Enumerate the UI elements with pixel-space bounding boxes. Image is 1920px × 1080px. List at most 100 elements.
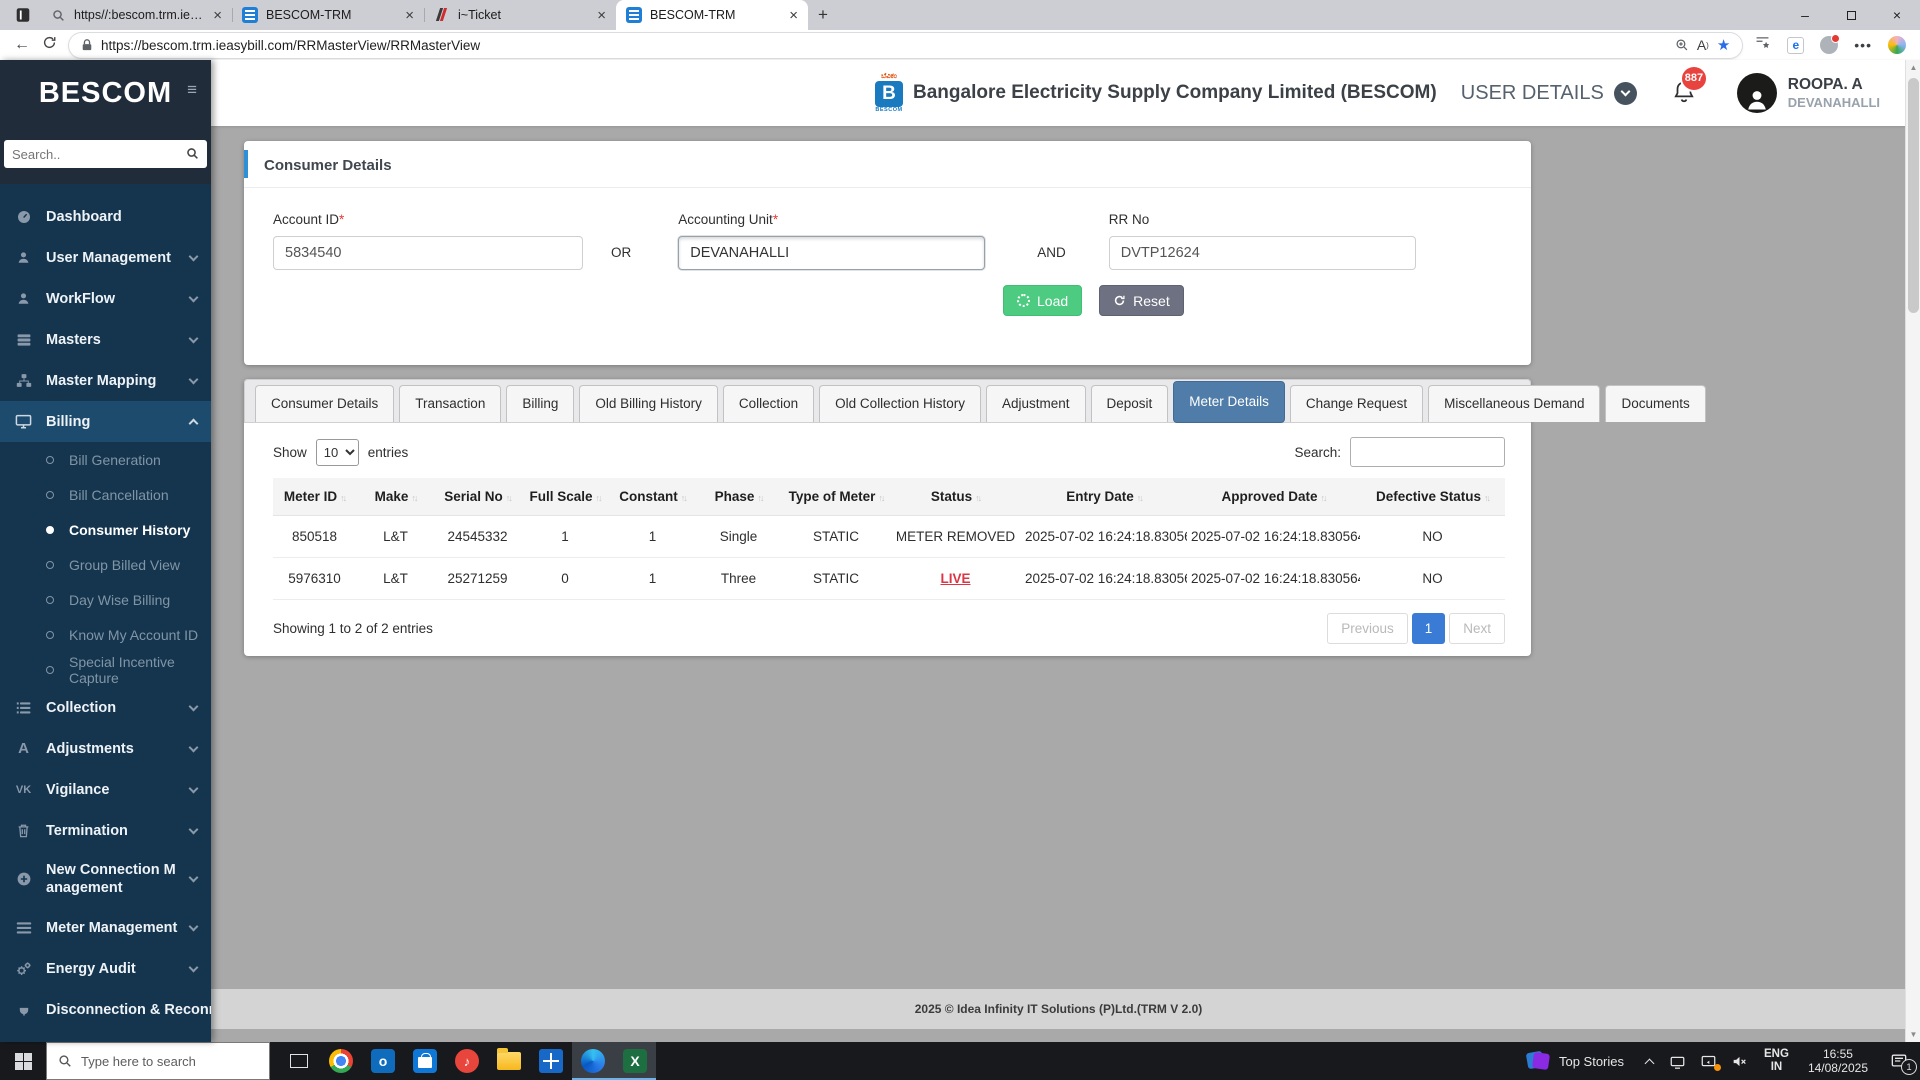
close-icon[interactable]: × xyxy=(405,8,414,23)
tab-meter-details[interactable]: Meter Details xyxy=(1173,381,1285,423)
taskbar-app-edge-active[interactable] xyxy=(572,1042,614,1080)
sidebar-subitem-day-wise-billing[interactable]: Day Wise Billing xyxy=(0,582,211,617)
taskbar-app-chrome[interactable] xyxy=(320,1042,362,1080)
language-indicator[interactable]: ENG IN xyxy=(1755,1042,1798,1080)
col-defective-status[interactable]: Defective Status ↑↓ xyxy=(1360,478,1505,516)
col-serial-no[interactable]: Serial No ↑↓ xyxy=(435,478,520,516)
profile-icon[interactable] xyxy=(1820,34,1841,54)
close-icon[interactable]: × xyxy=(597,8,606,23)
taskbar-app-media[interactable]: ♪ xyxy=(446,1042,488,1080)
minimize-button[interactable]: – xyxy=(1782,0,1828,30)
refresh-icon[interactable] xyxy=(42,35,57,55)
sidebar-toggle-icon[interactable]: ≡ xyxy=(187,80,198,100)
accounting-unit-input[interactable] xyxy=(678,236,986,270)
back-icon[interactable]: ← xyxy=(14,36,30,54)
col-make[interactable]: Make ↑↓ xyxy=(356,478,435,516)
account-id-input[interactable] xyxy=(273,236,583,270)
sidebar-item-adjustments[interactable]: A Adjustments xyxy=(0,728,211,769)
sidebar-subitem-know-my-account-id[interactable]: Know My Account ID xyxy=(0,617,211,652)
reset-button[interactable]: Reset xyxy=(1099,285,1184,316)
copilot-icon[interactable] xyxy=(1888,36,1906,54)
hidden-icons-button[interactable] xyxy=(1637,1042,1662,1080)
browser-tab-3[interactable]: i~Ticket × xyxy=(424,0,616,30)
tab-adjustment[interactable]: Adjustment xyxy=(985,385,1086,422)
browser-tab-4-active[interactable]: BESCOM-TRM × xyxy=(616,0,808,30)
task-view-button[interactable] xyxy=(278,1042,320,1080)
sidebar-item-masters[interactable]: Masters xyxy=(0,319,211,360)
sidebar-item-vigilance[interactable]: VK Vigilance xyxy=(0,769,211,810)
col-entry-date[interactable]: Entry Date ↑↓ xyxy=(1021,478,1187,516)
collections-icon[interactable] xyxy=(1754,34,1771,56)
previous-page-button[interactable]: Previous xyxy=(1327,613,1408,644)
sidebar-item-user-management[interactable]: User Management xyxy=(0,237,211,278)
col-status[interactable]: Status ↑↓ xyxy=(890,478,1021,516)
col-approved-date[interactable]: Approved Date ↑↓ xyxy=(1187,478,1360,516)
taskbar-search[interactable]: Type here to search xyxy=(46,1042,270,1080)
col-type-of-meter[interactable]: Type of Meter ↑↓ xyxy=(782,478,890,516)
tray-device-icon[interactable] xyxy=(1662,1042,1693,1080)
settings-menu-icon[interactable]: ••• xyxy=(1854,37,1872,53)
table-search-input[interactable] xyxy=(1350,437,1505,467)
vertical-scrollbar[interactable]: ▲ ▼ xyxy=(1905,60,1920,1042)
workspace-icon[interactable] xyxy=(6,0,40,30)
zoom-icon[interactable] xyxy=(1675,38,1689,52)
tray-mute-icon[interactable] xyxy=(1724,1042,1755,1080)
sidebar-item-billing[interactable]: Billing xyxy=(0,401,211,442)
sidebar-item-termination[interactable]: Termination xyxy=(0,810,211,851)
restore-button[interactable] xyxy=(1828,0,1874,30)
start-button[interactable] xyxy=(0,1042,46,1080)
taskbar-app-outlook[interactable]: o xyxy=(362,1042,404,1080)
sidebar-item-energy-audit[interactable]: Energy Audit xyxy=(0,948,211,989)
user-details-dropdown[interactable]: USER DETAILS xyxy=(1461,81,1637,105)
sidebar-item-master-mapping[interactable]: Master Mapping xyxy=(0,360,211,401)
browser-tab-2[interactable]: BESCOM-TRM × xyxy=(232,0,424,30)
url-field[interactable]: https://bescom.trm.ieasybill.com/RRMaste… xyxy=(69,32,1743,58)
sidebar-item-disconnection-reconnection[interactable]: Disconnection & Reconne xyxy=(0,989,211,1030)
tab-transaction[interactable]: Transaction xyxy=(399,385,502,422)
taskbar-app-explorer[interactable] xyxy=(488,1042,530,1080)
load-button[interactable]: Load xyxy=(1003,285,1083,316)
taskbar-app-store[interactable] xyxy=(404,1042,446,1080)
col-phase[interactable]: Phase ↑↓ xyxy=(695,478,782,516)
rr-no-input[interactable] xyxy=(1108,236,1416,270)
next-page-button[interactable]: Next xyxy=(1449,613,1505,644)
tab-documents[interactable]: Documents xyxy=(1605,385,1706,422)
tab-deposit[interactable]: Deposit xyxy=(1090,385,1169,422)
sidebar-subitem-special-incentive-capture[interactable]: Special Incentive Capture xyxy=(0,652,211,687)
page-size-select[interactable]: 10 xyxy=(315,438,359,466)
col-full-scale[interactable]: Full Scale ↑↓ xyxy=(520,478,610,516)
sidebar-item-collection[interactable]: Collection xyxy=(0,687,211,728)
sidebar-subitem-group-billed-view[interactable]: Group Billed View xyxy=(0,547,211,582)
scroll-down-arrow[interactable]: ▼ xyxy=(1906,1027,1920,1042)
favorite-star-icon[interactable]: ★ xyxy=(1717,36,1730,54)
tray-cast-icon[interactable] xyxy=(1693,1042,1724,1080)
col-constant[interactable]: Constant ↑↓ xyxy=(610,478,695,516)
tab-old-collection-history[interactable]: Old Collection History xyxy=(819,385,981,422)
tab-miscellaneous-demand[interactable]: Miscellaneous Demand xyxy=(1428,385,1601,422)
page-1-button[interactable]: 1 xyxy=(1411,613,1446,644)
avatar[interactable] xyxy=(1736,73,1777,113)
clock[interactable]: 16:55 14/08/2025 xyxy=(1798,1042,1878,1080)
sidebar-item-dashboard[interactable]: Dashboard xyxy=(0,196,211,237)
notification-center-button[interactable]: 1 xyxy=(1878,1042,1920,1080)
taskbar-app-grid[interactable] xyxy=(530,1042,572,1080)
notifications-button[interactable]: 887 xyxy=(1671,64,1709,109)
sidebar-subitem-consumer-history[interactable]: Consumer History xyxy=(0,512,211,547)
news-widget[interactable]: Top Stories xyxy=(1513,1042,1637,1080)
col-meter-id[interactable]: Meter ID ↑↓ xyxy=(273,478,356,516)
tab-collection[interactable]: Collection xyxy=(722,385,815,422)
ie-mode-icon[interactable]: e xyxy=(1787,36,1805,54)
scrollbar-thumb[interactable] xyxy=(1908,78,1919,313)
tab-consumer-details[interactable]: Consumer Details xyxy=(255,385,395,422)
scroll-up-arrow[interactable]: ▲ xyxy=(1906,60,1920,75)
tab-billing[interactable]: Billing xyxy=(506,385,575,422)
sidebar-item-new-connection-management[interactable]: New Connection Management xyxy=(0,851,211,907)
browser-tab-1[interactable]: https//:bescom.trm.ieasybill.com × xyxy=(40,0,232,30)
close-icon[interactable]: × xyxy=(213,8,222,23)
taskbar-app-excel-active[interactable]: X xyxy=(614,1042,656,1080)
tab-change-request[interactable]: Change Request xyxy=(1289,385,1424,422)
tab-old-billing-history[interactable]: Old Billing History xyxy=(579,385,718,422)
live-status-link[interactable]: LIVE xyxy=(940,571,970,586)
close-window-button[interactable]: × xyxy=(1874,0,1920,30)
close-icon[interactable]: × xyxy=(789,8,798,23)
